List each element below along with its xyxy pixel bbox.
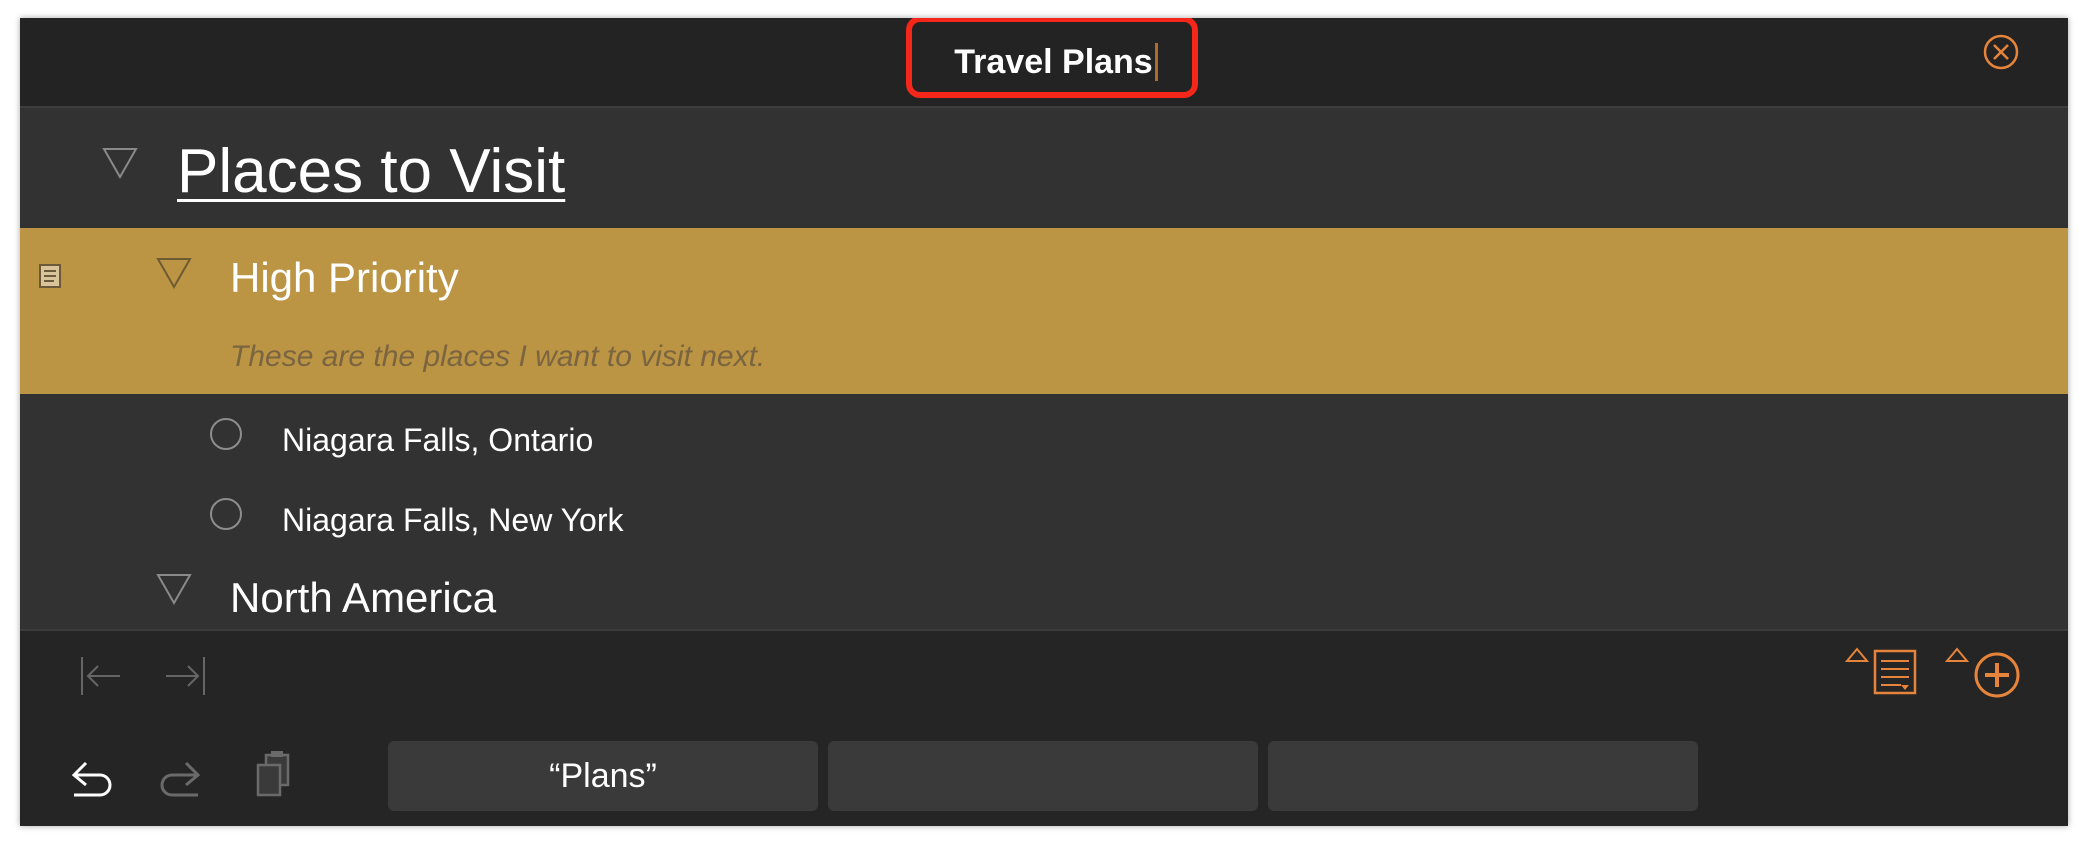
- item-label[interactable]: Niagara Falls, Ontario: [282, 422, 593, 459]
- close-circle-icon[interactable]: [1981, 32, 2021, 72]
- outdent-icon[interactable]: [78, 653, 126, 699]
- outline-row-item[interactable]: Niagara Falls, Ontario: [20, 396, 2068, 476]
- add-row-icon[interactable]: [1945, 647, 2025, 699]
- indent-icon[interactable]: [160, 653, 208, 699]
- undo-icon[interactable]: [66, 753, 116, 799]
- outline-row-selected[interactable]: High Priority These are the places I wan…: [20, 228, 2068, 394]
- suggestion-button[interactable]: [828, 741, 1258, 811]
- disclosure-triangle-icon[interactable]: [155, 572, 193, 606]
- status-circle-icon[interactable]: [210, 418, 242, 450]
- clipboard-icon[interactable]: [252, 749, 294, 799]
- keyboard-toolbar: “Plans”: [20, 629, 2068, 826]
- suggestion-button[interactable]: “Plans”: [388, 741, 818, 811]
- title-highlight-box: [906, 18, 1198, 98]
- app-window: Travel Plans Places to Visit High Priori…: [20, 18, 2068, 826]
- note-icon[interactable]: [38, 263, 62, 289]
- disclosure-triangle-icon[interactable]: [101, 146, 139, 180]
- outline-view: Places to Visit High Priority These are …: [20, 108, 2068, 629]
- suggestion-button[interactable]: [1268, 741, 1698, 811]
- heading-title[interactable]: Places to Visit: [177, 136, 565, 207]
- row-title[interactable]: High Priority: [230, 254, 459, 302]
- outline-row-heading[interactable]: Places to Visit: [20, 108, 2068, 228]
- suggestion-label: “Plans”: [549, 756, 657, 795]
- outline-row-group[interactable]: North America: [20, 556, 2068, 629]
- add-note-icon[interactable]: [1843, 647, 1929, 697]
- item-label[interactable]: Niagara Falls, New York: [282, 502, 623, 539]
- title-bar: Travel Plans: [20, 18, 2068, 108]
- redo-icon[interactable]: [156, 753, 206, 799]
- disclosure-triangle-icon[interactable]: [155, 256, 193, 290]
- status-circle-icon[interactable]: [210, 498, 242, 530]
- row-title[interactable]: North America: [230, 574, 496, 622]
- row-note[interactable]: These are the places I want to visit nex…: [230, 340, 765, 374]
- outline-row-item[interactable]: Niagara Falls, New York: [20, 476, 2068, 556]
